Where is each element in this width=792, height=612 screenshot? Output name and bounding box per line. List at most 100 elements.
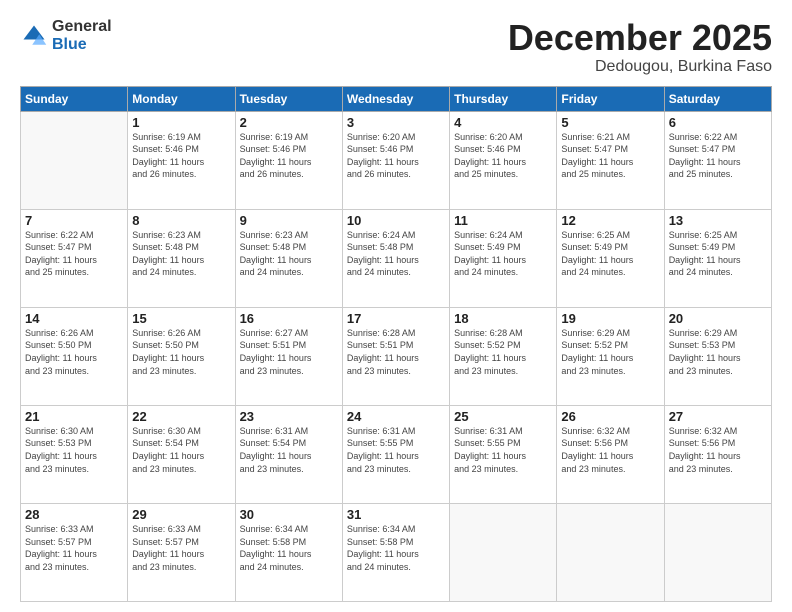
day-info: Sunrise: 6:22 AM Sunset: 5:47 PM Dayligh… (669, 131, 767, 181)
day-number: 9 (240, 213, 338, 228)
calendar-cell: 17Sunrise: 6:28 AM Sunset: 5:51 PM Dayli… (342, 307, 449, 405)
day-info: Sunrise: 6:20 AM Sunset: 5:46 PM Dayligh… (347, 131, 445, 181)
day-number: 10 (347, 213, 445, 228)
day-number: 30 (240, 507, 338, 522)
col-header-saturday: Saturday (664, 86, 771, 111)
day-number: 16 (240, 311, 338, 326)
logo-general-text: General (52, 18, 112, 36)
title-block: December 2025 Dedougou, Burkina Faso (508, 18, 772, 76)
month-title: December 2025 (508, 18, 772, 58)
calendar-cell: 3Sunrise: 6:20 AM Sunset: 5:46 PM Daylig… (342, 111, 449, 209)
day-number: 20 (669, 311, 767, 326)
day-number: 1 (132, 115, 230, 130)
day-number: 2 (240, 115, 338, 130)
calendar-cell: 16Sunrise: 6:27 AM Sunset: 5:51 PM Dayli… (235, 307, 342, 405)
calendar-cell: 6Sunrise: 6:22 AM Sunset: 5:47 PM Daylig… (664, 111, 771, 209)
day-number: 19 (561, 311, 659, 326)
day-number: 25 (454, 409, 552, 424)
calendar-week-2: 7Sunrise: 6:22 AM Sunset: 5:47 PM Daylig… (21, 209, 772, 307)
day-info: Sunrise: 6:34 AM Sunset: 5:58 PM Dayligh… (347, 523, 445, 573)
calendar-table: SundayMondayTuesdayWednesdayThursdayFrid… (20, 86, 772, 602)
calendar-cell: 4Sunrise: 6:20 AM Sunset: 5:46 PM Daylig… (450, 111, 557, 209)
day-number: 29 (132, 507, 230, 522)
calendar-cell: 28Sunrise: 6:33 AM Sunset: 5:57 PM Dayli… (21, 503, 128, 601)
day-number: 27 (669, 409, 767, 424)
calendar-cell: 31Sunrise: 6:34 AM Sunset: 5:58 PM Dayli… (342, 503, 449, 601)
day-number: 3 (347, 115, 445, 130)
calendar-cell (664, 503, 771, 601)
day-info: Sunrise: 6:31 AM Sunset: 5:55 PM Dayligh… (347, 425, 445, 475)
day-number: 14 (25, 311, 123, 326)
day-number: 7 (25, 213, 123, 228)
calendar-cell: 22Sunrise: 6:30 AM Sunset: 5:54 PM Dayli… (128, 405, 235, 503)
logo: General Blue (20, 18, 112, 53)
day-info: Sunrise: 6:32 AM Sunset: 5:56 PM Dayligh… (561, 425, 659, 475)
day-info: Sunrise: 6:19 AM Sunset: 5:46 PM Dayligh… (132, 131, 230, 181)
calendar-cell (21, 111, 128, 209)
day-number: 11 (454, 213, 552, 228)
calendar-cell: 12Sunrise: 6:25 AM Sunset: 5:49 PM Dayli… (557, 209, 664, 307)
calendar-cell: 13Sunrise: 6:25 AM Sunset: 5:49 PM Dayli… (664, 209, 771, 307)
day-info: Sunrise: 6:25 AM Sunset: 5:49 PM Dayligh… (669, 229, 767, 279)
day-info: Sunrise: 6:24 AM Sunset: 5:49 PM Dayligh… (454, 229, 552, 279)
day-number: 13 (669, 213, 767, 228)
calendar-week-5: 28Sunrise: 6:33 AM Sunset: 5:57 PM Dayli… (21, 503, 772, 601)
calendar-cell: 9Sunrise: 6:23 AM Sunset: 5:48 PM Daylig… (235, 209, 342, 307)
day-number: 18 (454, 311, 552, 326)
day-info: Sunrise: 6:29 AM Sunset: 5:53 PM Dayligh… (669, 327, 767, 377)
day-info: Sunrise: 6:32 AM Sunset: 5:56 PM Dayligh… (669, 425, 767, 475)
calendar-cell: 26Sunrise: 6:32 AM Sunset: 5:56 PM Dayli… (557, 405, 664, 503)
day-info: Sunrise: 6:33 AM Sunset: 5:57 PM Dayligh… (25, 523, 123, 573)
calendar-cell: 7Sunrise: 6:22 AM Sunset: 5:47 PM Daylig… (21, 209, 128, 307)
day-info: Sunrise: 6:34 AM Sunset: 5:58 PM Dayligh… (240, 523, 338, 573)
col-header-sunday: Sunday (21, 86, 128, 111)
day-info: Sunrise: 6:23 AM Sunset: 5:48 PM Dayligh… (132, 229, 230, 279)
calendar-cell: 11Sunrise: 6:24 AM Sunset: 5:49 PM Dayli… (450, 209, 557, 307)
calendar-cell: 24Sunrise: 6:31 AM Sunset: 5:55 PM Dayli… (342, 405, 449, 503)
calendar-cell: 19Sunrise: 6:29 AM Sunset: 5:52 PM Dayli… (557, 307, 664, 405)
day-info: Sunrise: 6:31 AM Sunset: 5:54 PM Dayligh… (240, 425, 338, 475)
calendar-cell: 10Sunrise: 6:24 AM Sunset: 5:48 PM Dayli… (342, 209, 449, 307)
day-info: Sunrise: 6:25 AM Sunset: 5:49 PM Dayligh… (561, 229, 659, 279)
calendar-cell: 23Sunrise: 6:31 AM Sunset: 5:54 PM Dayli… (235, 405, 342, 503)
day-info: Sunrise: 6:28 AM Sunset: 5:52 PM Dayligh… (454, 327, 552, 377)
col-header-tuesday: Tuesday (235, 86, 342, 111)
calendar-cell: 14Sunrise: 6:26 AM Sunset: 5:50 PM Dayli… (21, 307, 128, 405)
calendar-cell: 15Sunrise: 6:26 AM Sunset: 5:50 PM Dayli… (128, 307, 235, 405)
calendar-cell: 20Sunrise: 6:29 AM Sunset: 5:53 PM Dayli… (664, 307, 771, 405)
calendar-cell: 27Sunrise: 6:32 AM Sunset: 5:56 PM Dayli… (664, 405, 771, 503)
day-number: 31 (347, 507, 445, 522)
day-number: 22 (132, 409, 230, 424)
day-number: 4 (454, 115, 552, 130)
calendar-week-4: 21Sunrise: 6:30 AM Sunset: 5:53 PM Dayli… (21, 405, 772, 503)
calendar-cell: 8Sunrise: 6:23 AM Sunset: 5:48 PM Daylig… (128, 209, 235, 307)
day-info: Sunrise: 6:29 AM Sunset: 5:52 PM Dayligh… (561, 327, 659, 377)
calendar-cell: 1Sunrise: 6:19 AM Sunset: 5:46 PM Daylig… (128, 111, 235, 209)
day-info: Sunrise: 6:33 AM Sunset: 5:57 PM Dayligh… (132, 523, 230, 573)
calendar-week-1: 1Sunrise: 6:19 AM Sunset: 5:46 PM Daylig… (21, 111, 772, 209)
day-number: 21 (25, 409, 123, 424)
day-number: 12 (561, 213, 659, 228)
calendar-week-3: 14Sunrise: 6:26 AM Sunset: 5:50 PM Dayli… (21, 307, 772, 405)
col-header-monday: Monday (128, 86, 235, 111)
calendar-cell: 2Sunrise: 6:19 AM Sunset: 5:46 PM Daylig… (235, 111, 342, 209)
day-info: Sunrise: 6:22 AM Sunset: 5:47 PM Dayligh… (25, 229, 123, 279)
calendar-cell: 25Sunrise: 6:31 AM Sunset: 5:55 PM Dayli… (450, 405, 557, 503)
day-number: 28 (25, 507, 123, 522)
calendar-cell: 5Sunrise: 6:21 AM Sunset: 5:47 PM Daylig… (557, 111, 664, 209)
day-number: 5 (561, 115, 659, 130)
col-header-wednesday: Wednesday (342, 86, 449, 111)
day-number: 8 (132, 213, 230, 228)
day-number: 24 (347, 409, 445, 424)
calendar-cell: 18Sunrise: 6:28 AM Sunset: 5:52 PM Dayli… (450, 307, 557, 405)
day-info: Sunrise: 6:20 AM Sunset: 5:46 PM Dayligh… (454, 131, 552, 181)
day-info: Sunrise: 6:19 AM Sunset: 5:46 PM Dayligh… (240, 131, 338, 181)
location-subtitle: Dedougou, Burkina Faso (508, 58, 772, 76)
day-info: Sunrise: 6:30 AM Sunset: 5:53 PM Dayligh… (25, 425, 123, 475)
day-info: Sunrise: 6:28 AM Sunset: 5:51 PM Dayligh… (347, 327, 445, 377)
day-info: Sunrise: 6:21 AM Sunset: 5:47 PM Dayligh… (561, 131, 659, 181)
calendar-cell: 30Sunrise: 6:34 AM Sunset: 5:58 PM Dayli… (235, 503, 342, 601)
day-info: Sunrise: 6:31 AM Sunset: 5:55 PM Dayligh… (454, 425, 552, 475)
day-number: 26 (561, 409, 659, 424)
day-number: 6 (669, 115, 767, 130)
